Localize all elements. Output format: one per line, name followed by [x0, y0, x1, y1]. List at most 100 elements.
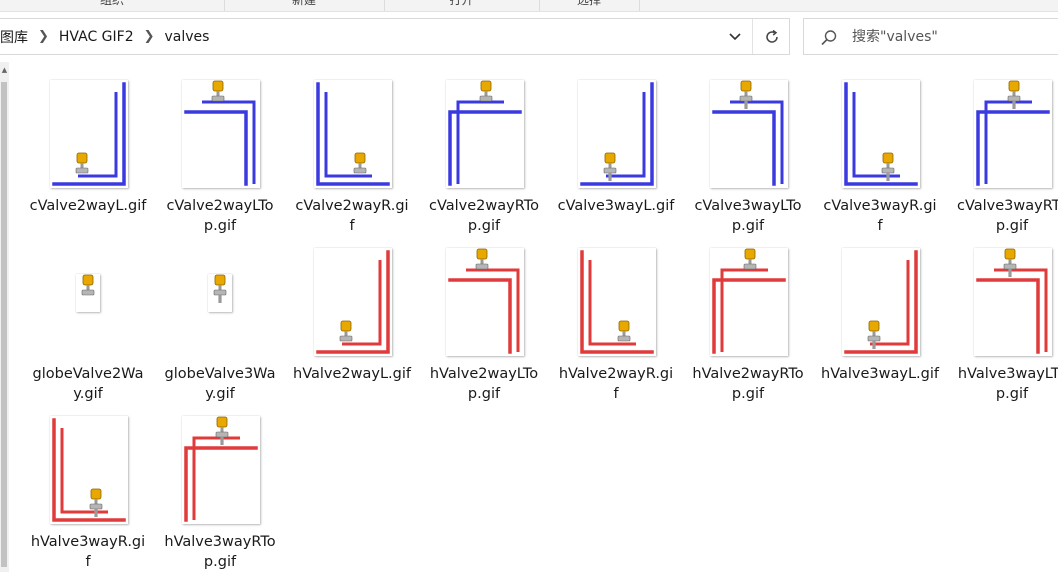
file-item[interactable]: hValve2wayLTo p.gif [421, 230, 547, 402]
file-name-line1: cValve3wayLTo [694, 198, 802, 214]
file-name-line1: hValve3wayL.gif [821, 366, 939, 382]
ribbon-group-organize[interactable]: 组织 [0, 0, 225, 11]
ribbon: 组织 新建 打开 选择 [0, 0, 1058, 12]
valve-image [52, 82, 126, 186]
file-name-line1: cValve3wayL.gif [557, 198, 675, 214]
file-item[interactable]: hValve3wayL.gif [817, 230, 943, 390]
file-name: hValve2wayL.gif [289, 364, 415, 384]
refresh-button[interactable] [752, 19, 790, 54]
file-name-line1: globeValve2Wa [32, 366, 144, 382]
search-input[interactable] [852, 27, 1052, 47]
file-thumbnail [974, 80, 1052, 188]
breadcrumb-valves[interactable]: valves [161, 29, 214, 45]
valve-image [448, 80, 522, 186]
breadcrumb-hvac-gif2[interactable]: HVAC GIF2 [55, 29, 138, 45]
valve-image [712, 80, 784, 186]
chevron-right-icon[interactable]: ❯ [32, 29, 55, 44]
file-thumbnail [314, 248, 392, 356]
file-name: cValve2wayL.gif [25, 196, 151, 216]
file-thumbnail [76, 274, 100, 312]
file-name-line2: p.gif [995, 386, 1029, 402]
file-item[interactable]: cValve2wayL.gif [25, 62, 151, 222]
file-name-line2: p.gif [467, 386, 501, 402]
file-name-line1: cValve2wayL.gif [29, 198, 147, 214]
file-name-line1: hValve2wayR.gi [558, 366, 674, 382]
file-thumbnail [842, 80, 920, 188]
file-name-line1: hValve3wayLTo [957, 366, 1058, 382]
file-thumbnail [50, 80, 128, 188]
valve-image [580, 250, 654, 354]
file-item[interactable]: globeValve2Wa y.gif [25, 230, 151, 402]
valve-image [316, 250, 390, 354]
file-item[interactable]: hValve2wayL.gif [289, 230, 415, 390]
file-thumbnail [314, 80, 392, 188]
valve-image [712, 248, 786, 354]
file-thumbnail [974, 248, 1052, 356]
file-name-line2: f [613, 386, 619, 402]
scrollbar-thumb[interactable] [1, 82, 7, 567]
file-name-line2: f [85, 554, 91, 570]
file-item[interactable]: globeValve3Wa y.gif [157, 230, 283, 402]
ribbon-group-open[interactable]: 打开 [384, 0, 540, 11]
file-item[interactable]: hValve3wayRTo p.gif [157, 398, 283, 570]
file-item[interactable]: cValve2wayRTo p.gif [421, 62, 547, 234]
file-name-line1: globeValve3Wa [164, 366, 276, 382]
file-name: hValve2wayR.gi f [553, 364, 679, 404]
file-name-line2: p.gif [731, 386, 765, 402]
address-bar[interactable]: 图库 ❯ HVAC GIF2 ❯ valves [0, 18, 790, 55]
file-item[interactable]: cValve2wayLTo p.gif [157, 62, 283, 234]
file-item[interactable]: cValve3wayL.gif [553, 62, 679, 222]
valve-image [184, 416, 258, 522]
address-history-dropdown[interactable] [720, 19, 750, 54]
file-thumbnail [446, 80, 524, 188]
file-name: hValve2wayLTo p.gif [421, 364, 547, 404]
file-name: hValve3wayLTo p.gif [949, 364, 1058, 404]
file-thumbnail [50, 416, 128, 524]
file-thumbnail [182, 80, 260, 188]
file-thumbnail [710, 80, 788, 188]
valve-image [213, 274, 227, 303]
file-item[interactable]: hValve3wayLTo p.gif [949, 230, 1058, 402]
file-name-line2: p.gif [203, 554, 237, 570]
file-item[interactable]: cValve3wayR.gi f [817, 62, 943, 234]
file-item[interactable]: cValve3wayRTo p.gif [949, 62, 1058, 234]
refresh-icon [765, 29, 778, 43]
breadcrumb: 图库 ❯ HVAC GIF2 ❯ valves [0, 19, 213, 54]
file-name-line1: hValve3wayRTo [164, 534, 276, 550]
file-name-line1: hValve3wayR.gi [30, 534, 146, 550]
file-name: hValve3wayRTo p.gif [157, 532, 283, 572]
file-item[interactable]: hValve2wayRTo p.gif [685, 230, 811, 402]
valve-image [81, 274, 95, 296]
file-item[interactable]: hValve2wayR.gi f [553, 230, 679, 402]
file-name-line1: hValve2wayRTo [692, 366, 804, 382]
chevron-right-icon[interactable]: ❯ [138, 29, 161, 44]
file-thumbnail [182, 416, 260, 524]
file-thumbnail [710, 248, 788, 356]
file-name: hValve3wayL.gif [817, 364, 943, 384]
valve-image [448, 248, 520, 354]
breadcrumb-gallery[interactable]: 图库 [0, 27, 32, 47]
file-name: hValve3wayR.gi f [25, 532, 151, 572]
file-item[interactable]: cValve2wayR.gi f [289, 62, 415, 234]
valve-image [316, 82, 390, 186]
valve-image [184, 80, 256, 186]
file-name-line1: cValve3wayR.gi [823, 198, 937, 214]
scroll-up-icon[interactable]: ▲ [0, 66, 9, 74]
file-thumbnail [842, 248, 920, 356]
file-name-line1: cValve2wayR.gi [295, 198, 409, 214]
search-icon [821, 30, 837, 46]
file-item[interactable]: cValve3wayLTo p.gif [685, 62, 811, 234]
valve-image [976, 248, 1048, 354]
file-name-line1: cValve2wayRTo [428, 198, 540, 214]
vertical-scrollbar[interactable]: ▲ [0, 62, 9, 572]
file-name-line1: cValve2wayLTo [166, 198, 274, 214]
file-thumbnail [578, 248, 656, 356]
valve-image [580, 82, 654, 186]
file-item[interactable]: hValve3wayR.gi f [25, 398, 151, 570]
ribbon-group-select[interactable]: 选择 [539, 0, 640, 11]
file-name-line1: cValve3wayRTo [956, 198, 1058, 214]
valve-image [52, 418, 126, 522]
file-name-line1: hValve2wayL.gif [293, 366, 411, 382]
ribbon-group-new[interactable]: 新建 [224, 0, 385, 11]
search-box[interactable] [803, 18, 1058, 55]
